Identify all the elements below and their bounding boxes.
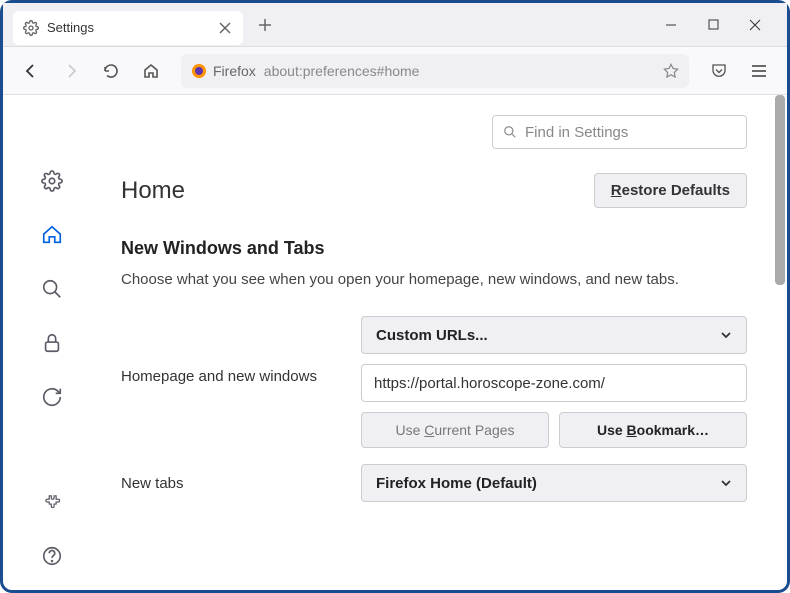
browser-toolbar: Firefox about:preferences#home — [3, 47, 787, 95]
newtabs-label: New tabs — [121, 475, 341, 492]
tab-title: Settings — [47, 20, 209, 35]
gear-icon — [23, 20, 39, 36]
search-placeholder: Find in Settings — [525, 124, 628, 141]
urlbar-identity: Firefox — [191, 63, 256, 79]
sidebar-item-general[interactable] — [36, 165, 68, 197]
newtabs-select[interactable]: Firefox Home (Default) — [361, 464, 747, 502]
settings-sidebar — [3, 95, 101, 590]
sidebar-item-extensions[interactable] — [36, 486, 68, 518]
use-bookmark-button[interactable]: Use Bookmark… — [559, 412, 747, 448]
browser-tab[interactable]: Settings — [13, 11, 243, 45]
home-button[interactable] — [135, 55, 167, 87]
firefox-logo-icon — [191, 63, 207, 79]
section-title: New Windows and Tabs — [121, 238, 747, 259]
settings-main: Find in Settings Home Restore Defaults N… — [101, 95, 787, 590]
sidebar-item-sync[interactable] — [36, 381, 68, 413]
bookmark-star-icon[interactable] — [663, 63, 679, 79]
search-icon — [503, 125, 517, 139]
forward-button[interactable] — [55, 55, 87, 87]
scrollbar-thumb[interactable] — [775, 95, 785, 285]
window-titlebar: Settings — [3, 3, 787, 47]
reload-button[interactable] — [95, 55, 127, 87]
chevron-down-icon — [720, 477, 732, 489]
url-bar[interactable]: Firefox about:preferences#home — [181, 54, 689, 88]
sidebar-item-search[interactable] — [36, 273, 68, 305]
minimize-button[interactable] — [659, 13, 683, 37]
homepage-label: Homepage and new windows — [121, 316, 341, 385]
sidebar-item-help[interactable] — [36, 540, 68, 572]
section-description: Choose what you see when you open your h… — [121, 271, 747, 288]
page-title: Home — [121, 177, 185, 205]
select-value: Firefox Home (Default) — [376, 475, 537, 492]
menu-button[interactable] — [743, 55, 775, 87]
back-button[interactable] — [15, 55, 47, 87]
select-value: Custom URLs... — [376, 327, 488, 344]
restore-defaults-button[interactable]: Restore Defaults — [594, 173, 747, 208]
chevron-down-icon — [720, 329, 732, 341]
search-input[interactable]: Find in Settings — [492, 115, 747, 149]
homepage-mode-select[interactable]: Custom URLs... — [361, 316, 747, 354]
sidebar-item-privacy[interactable] — [36, 327, 68, 359]
close-window-button[interactable] — [743, 13, 767, 37]
window-controls — [659, 13, 787, 37]
new-tab-button[interactable] — [251, 11, 279, 39]
url-text: about:preferences#home — [264, 63, 420, 79]
pocket-button[interactable] — [703, 55, 735, 87]
identity-label: Firefox — [213, 63, 256, 79]
sidebar-item-home[interactable] — [36, 219, 68, 251]
use-current-pages-button[interactable]: Use Current Pages — [361, 412, 549, 448]
scrollbar[interactable] — [773, 95, 787, 590]
maximize-button[interactable] — [701, 13, 725, 37]
homepage-url-input[interactable] — [361, 364, 747, 402]
close-icon[interactable] — [217, 20, 233, 36]
